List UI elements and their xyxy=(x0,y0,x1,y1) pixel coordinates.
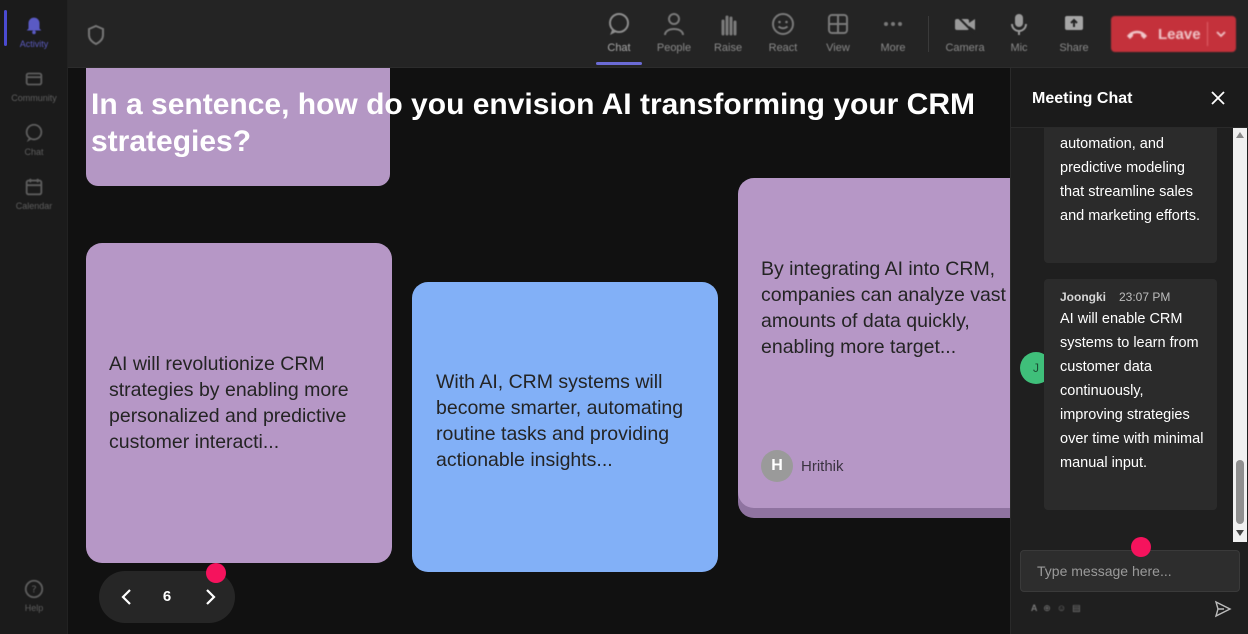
share-screen-icon xyxy=(1065,16,1083,30)
close-icon[interactable] xyxy=(1209,89,1227,107)
react-button-label: React xyxy=(768,42,798,54)
grid-view-icon xyxy=(828,14,848,34)
shield-icon[interactable] xyxy=(86,24,106,46)
people-icon xyxy=(664,13,684,36)
card-text: With AI, CRM systems will become smarter… xyxy=(436,371,684,471)
message-input[interactable]: Type message here... xyxy=(1020,550,1240,592)
calendar-icon xyxy=(25,178,43,196)
response-card[interactable]: With AI, CRM systems will become smarter… xyxy=(412,282,718,572)
format-icon[interactable]: 𝐀 xyxy=(1031,603,1037,614)
card-text: By integrating AI into CRM, companies ca… xyxy=(761,258,1006,358)
leave-button-label: Leave xyxy=(1158,25,1201,43)
rail-item-chat[interactable]: Chat xyxy=(4,114,64,164)
smiley-icon xyxy=(772,13,794,35)
message-list: automation, and predictive modeling that… xyxy=(1011,128,1233,542)
left-rail: Activity Community Chat Calendar ? Help xyxy=(0,0,68,634)
camera-button[interactable]: Camera xyxy=(940,10,990,60)
page-number: 6 xyxy=(162,588,172,605)
message-text: AI will enable CRM systems to learn from… xyxy=(1060,311,1204,471)
rail-item-help[interactable]: ? Help xyxy=(4,570,64,620)
meeting-app: Activity Community Chat Calendar ? Help … xyxy=(0,0,1248,634)
camera-button-label: Camera xyxy=(945,42,985,54)
share-button-label: Share xyxy=(1059,42,1089,54)
more-dots-icon xyxy=(884,22,902,26)
chat-scrollbar[interactable] xyxy=(1233,128,1247,542)
presentation-stage: In a sentence, how do you envision AI tr… xyxy=(68,68,1010,634)
response-card[interactable]: By integrating AI into CRM, companies ca… xyxy=(738,178,1010,508)
leave-button[interactable]: Leave xyxy=(1111,16,1236,52)
rail-label-activity: Activity xyxy=(19,39,49,49)
mic-icon xyxy=(1011,14,1027,35)
rail-label-community: Community xyxy=(11,93,57,103)
react-button[interactable]: React xyxy=(758,10,808,60)
view-button-label: View xyxy=(826,42,850,54)
message-author: Joongki xyxy=(1060,290,1107,304)
chat-message: automation, and predictive modeling that… xyxy=(1044,128,1217,263)
chat-bubble-icon xyxy=(609,13,629,35)
rail-label-calendar: Calendar xyxy=(15,201,53,211)
chevron-left-icon[interactable] xyxy=(116,586,138,608)
mic-button[interactable]: Mic xyxy=(994,10,1044,60)
attach-icon[interactable]: ⊕ xyxy=(1043,603,1051,614)
people-button-label: People xyxy=(656,42,692,54)
message-time: 23:07 PM xyxy=(1119,290,1171,304)
scroll-thumb[interactable] xyxy=(1236,460,1244,524)
chat-panel: Meeting Chat automation, and predictive … xyxy=(1010,68,1248,634)
raise-hand-button[interactable]: Raise xyxy=(703,10,753,60)
rail-item-activity[interactable]: Activity xyxy=(4,6,64,56)
scroll-up-arrow[interactable] xyxy=(1236,132,1244,138)
chat-active-underline xyxy=(596,62,642,65)
top-toolbar: Chat People Raise React View More Camera xyxy=(68,0,1248,68)
rail-label-help: Help xyxy=(24,603,44,613)
chevron-down-icon[interactable] xyxy=(1215,28,1227,40)
send-icon[interactable] xyxy=(1214,600,1232,618)
leave-divider xyxy=(1207,22,1208,46)
view-button[interactable]: View xyxy=(813,10,863,60)
community-icon xyxy=(25,72,43,86)
card-text: AI will revolutionize CRM strategies by … xyxy=(109,353,349,453)
camera-off-icon xyxy=(955,14,975,34)
chat-message: Joongki 23:07 PM AI will enable CRM syst… xyxy=(1044,279,1217,510)
chat-title: Meeting Chat xyxy=(1032,90,1133,107)
message-text: automation, and predictive modeling that… xyxy=(1060,136,1200,224)
avatar: H xyxy=(761,450,793,482)
chat-header: Meeting Chat xyxy=(1011,68,1248,128)
scroll-down-arrow[interactable] xyxy=(1236,530,1244,536)
rail-label-chat: Chat xyxy=(24,147,44,157)
click-marker xyxy=(206,563,226,583)
message-input-placeholder: Type message here... xyxy=(1037,563,1172,579)
rail-item-community[interactable]: Community xyxy=(4,60,64,110)
chat-button[interactable]: Chat xyxy=(594,10,644,60)
share-button[interactable]: Share xyxy=(1049,10,1099,60)
click-marker xyxy=(1131,537,1151,557)
chat-icon xyxy=(25,123,43,143)
emoji-icon[interactable]: ☺ xyxy=(1057,603,1066,614)
mic-button-label: Mic xyxy=(1010,42,1028,54)
bell-icon xyxy=(26,17,42,35)
rail-item-calendar[interactable]: Calendar xyxy=(4,168,64,218)
card-author: H Hrithik xyxy=(761,450,844,482)
gif-icon[interactable]: ▤ xyxy=(1072,603,1081,614)
format-toolbar: 𝐀 ⊕ ☺ ▤ xyxy=(1031,603,1081,614)
more-button-label: More xyxy=(880,42,906,54)
chevron-right-icon[interactable] xyxy=(199,586,221,608)
phone-hangup-icon xyxy=(1127,30,1147,39)
svg-text:?: ? xyxy=(31,585,36,596)
response-card[interactable]: AI will revolutionize CRM strategies by … xyxy=(86,243,392,563)
chat-button-label: Chat xyxy=(607,42,631,54)
help-icon: ? xyxy=(24,579,44,599)
question-title: In a sentence, how do you envision AI tr… xyxy=(91,88,975,158)
raise-button-label: Raise xyxy=(713,42,743,54)
more-button[interactable]: More xyxy=(868,10,918,60)
people-button[interactable]: People xyxy=(649,10,699,60)
author-name: Hrithik xyxy=(801,457,844,475)
hand-icon xyxy=(721,15,737,36)
toolbar-divider xyxy=(928,16,929,52)
